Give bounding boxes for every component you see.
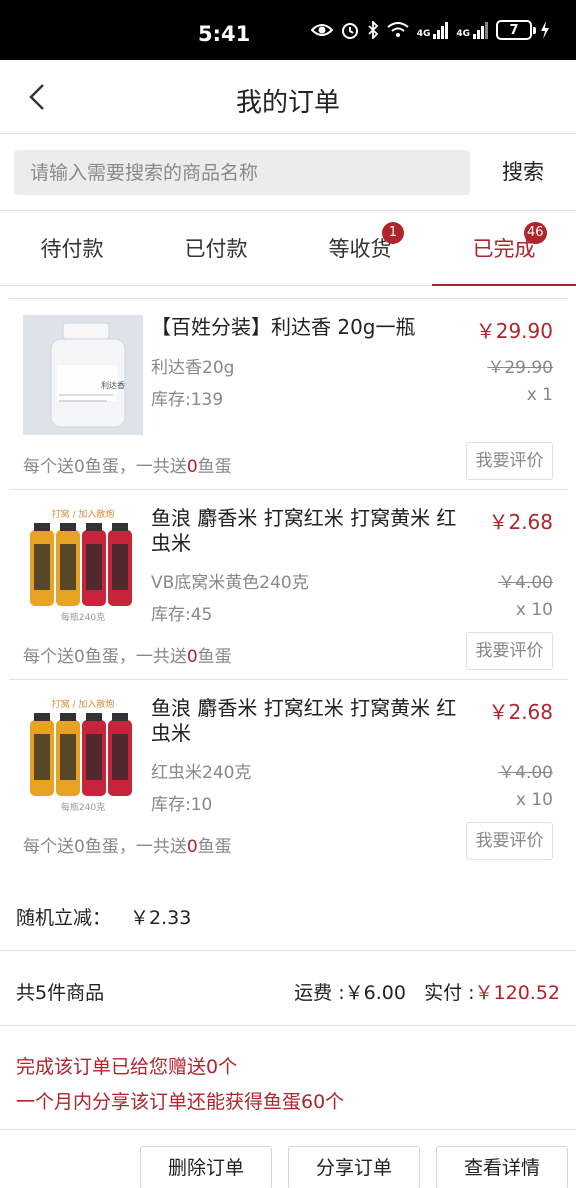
tab-completed[interactable]: 已完成 46	[432, 212, 576, 286]
svg-text:每瓶240克: 每瓶240克	[61, 611, 105, 623]
wifi-icon	[387, 22, 409, 37]
status-time: 5:41	[198, 22, 251, 46]
tab-awaiting-delivery[interactable]: 等收货 1	[288, 212, 432, 286]
bluetooth-icon	[368, 21, 378, 39]
search-button[interactable]: 搜索	[470, 150, 576, 195]
shipping-value: ￥6.00	[344, 982, 406, 1004]
original-price: ￥4.00	[498, 573, 553, 593]
battery-icon: 7	[496, 20, 536, 40]
jar-image: 利达香	[23, 315, 143, 435]
order-items: 利达香 【百姓分装】利达香 20g一瓶 ￥29.90 利达香20g ￥29.90…	[9, 298, 568, 877]
product-spec: 利达香20g	[151, 358, 235, 378]
share-order-button[interactable]: 分享订单	[288, 1146, 420, 1188]
signal-icon-1: 4G	[417, 21, 449, 39]
order-item[interactable]: 打窝 / 加入散炮 每瓶240克 鱼浪 麝香米 打窝红米 打窝黄米 红虫米 ￥2…	[9, 490, 568, 680]
original-price: ￥4.00	[498, 763, 553, 783]
tab-pending-payment[interactable]: 待付款	[0, 212, 144, 286]
status-icons: 4G 4G 7	[310, 20, 550, 40]
eye-icon	[310, 24, 333, 36]
tab-label: 已付款	[184, 237, 248, 261]
search-bar: 搜索	[0, 134, 576, 211]
gift-info: 每个送0鱼蛋，一共送0鱼蛋	[23, 457, 232, 477]
product-quantity: x 1	[526, 385, 553, 405]
review-button[interactable]: 我要评价	[466, 822, 553, 860]
gift-info: 每个送0鱼蛋，一共送0鱼蛋	[23, 647, 232, 667]
tab-badge: 46	[524, 222, 547, 244]
order-actions: 删除订单 分享订单 查看详情	[0, 1131, 576, 1188]
product-image: 打窝 / 加入散炮 每瓶240克	[23, 506, 143, 626]
tab-badge: 1	[382, 222, 404, 244]
discount-label: 随机立减：	[16, 907, 112, 929]
product-stock: 库存:139	[151, 390, 224, 410]
page-title: 我的订单	[235, 88, 340, 118]
shipping-label: 运费 :	[294, 982, 345, 1004]
product-spec: 红虫米240克	[151, 763, 252, 783]
svg-text:每瓶240克: 每瓶240克	[61, 801, 105, 813]
tab-label: 待付款	[40, 237, 104, 261]
alarm-icon	[341, 23, 358, 39]
delete-order-button[interactable]: 删除订单	[140, 1146, 272, 1188]
svg-text:利达香: 利达香	[101, 380, 125, 390]
search-input[interactable]	[14, 150, 470, 195]
product-image: 利达香	[23, 315, 143, 435]
order-summary: 共5件商品 运费 :￥6.00 实付 :￥120.52	[0, 952, 576, 1026]
product-price: ￥2.68	[488, 510, 553, 534]
view-details-button[interactable]: 查看详情	[436, 1146, 568, 1188]
product-name: 【百姓分装】利达香 20g一瓶	[151, 315, 416, 339]
tab-paid[interactable]: 已付款	[144, 212, 288, 286]
order-totals: 运费 :￥6.00 实付 :￥120.52	[294, 978, 560, 1005]
product-spec: VB底窝米黄色240克	[151, 573, 309, 593]
bottles-image: 打窝 / 加入散炮 每瓶240克	[23, 506, 143, 626]
bottles-image: 打窝 / 加入散炮 每瓶240克	[23, 696, 143, 816]
review-button[interactable]: 我要评价	[466, 442, 553, 480]
paid-value: ￥120.52	[474, 982, 560, 1004]
reward-info: 完成该订单已给您赠送0个 一个月内分享该订单还能获得鱼蛋60个	[0, 1027, 576, 1130]
charging-icon	[541, 21, 549, 39]
paid-label: 实付 :	[424, 982, 475, 1004]
product-image: 打窝 / 加入散炮 每瓶240克	[23, 696, 143, 816]
product-quantity: x 10	[515, 600, 553, 620]
tab-label: 等收货	[328, 237, 392, 261]
product-price: ￥2.68	[488, 700, 553, 724]
reward-line-2: 一个月内分享该订单还能获得鱼蛋60个	[16, 1091, 345, 1113]
reward-line-1: 完成该订单已给您赠送0个	[16, 1056, 238, 1078]
nav-bar: 我的订单	[0, 60, 576, 134]
original-price: ￥29.90	[487, 358, 553, 378]
status-bar: 5:41 4G 4G 7	[0, 0, 576, 60]
discount-value: ￥2.33	[130, 907, 192, 929]
product-name: 鱼浪 麝香米 打窝红米 打窝黄米 红虫米	[151, 506, 457, 555]
review-button[interactable]: 我要评价	[466, 632, 553, 670]
svg-text:打窝 / 加入散炮: 打窝 / 加入散炮	[52, 698, 115, 710]
product-stock: 库存:45	[151, 605, 213, 625]
gift-info: 每个送0鱼蛋，一共送0鱼蛋	[23, 837, 232, 857]
order-tabs: 待付款 已付款 等收货 1 已完成 46	[0, 212, 576, 286]
item-count: 共5件商品	[16, 982, 105, 1004]
discount-row: 随机立减： ￥2.33	[0, 878, 576, 951]
order-item[interactable]: 打窝 / 加入散炮 每瓶240克 鱼浪 麝香米 打窝红米 打窝黄米 红虫米 ￥2…	[9, 680, 568, 877]
product-price: ￥29.90	[475, 319, 553, 343]
svg-text:打窝 / 加入散炮: 打窝 / 加入散炮	[52, 508, 115, 520]
order-item[interactable]: 利达香 【百姓分装】利达香 20g一瓶 ￥29.90 利达香20g ￥29.90…	[9, 299, 568, 490]
product-stock: 库存:10	[151, 795, 213, 815]
signal-icon-2: 4G	[456, 21, 488, 39]
product-name: 鱼浪 麝香米 打窝红米 打窝黄米 红虫米	[151, 696, 457, 745]
product-quantity: x 10	[515, 790, 553, 810]
